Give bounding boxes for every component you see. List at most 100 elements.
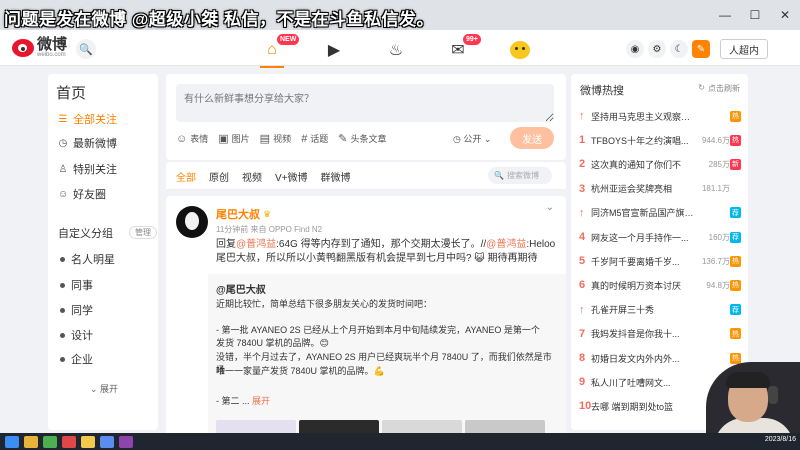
video-icon: ▤ — [259, 133, 271, 145]
article-button[interactable]: ✎ 头条文章 — [338, 132, 386, 145]
hot-item-text: 我妈发抖音是你我十... — [591, 329, 680, 340]
folder-icon[interactable] — [24, 435, 38, 448]
hot-item-text: 私人川了吐嘈网文... — [591, 377, 671, 388]
hot-search-item[interactable]: ↑ 同济M5官宣新品国产旗舰发布 荐 — [579, 203, 741, 223]
chrome-icon[interactable] — [81, 435, 95, 448]
avatar[interactable] — [176, 206, 208, 238]
sidebar-item-friends[interactable]: ☺ 好友圈 — [58, 183, 106, 205]
clock-icon: ◷ — [453, 134, 464, 144]
mail-count-badge: 99+ — [463, 34, 481, 45]
hot-item-text: 这次真的通知了你们不 — [591, 159, 682, 170]
hashtag-icon: # — [301, 132, 308, 145]
search-icon[interactable]: 🔍 — [76, 39, 96, 59]
edit-post-icon[interactable]: ✎ — [692, 40, 710, 58]
dark-mode-icon[interactable]: ☾ — [670, 40, 688, 58]
tab-vplus[interactable]: V+微博 — [275, 169, 308, 184]
maximize-icon[interactable]: ☐ — [740, 0, 770, 30]
post-author[interactable]: 尾巴大叔 ♛ — [216, 206, 271, 222]
expand-groups-button[interactable]: ⌄ 展开 — [90, 382, 118, 395]
tab-original[interactable]: 原创 — [209, 169, 229, 184]
bullet-icon — [60, 332, 65, 338]
nav-hot[interactable]: ♨ — [365, 36, 427, 64]
repost-block[interactable]: @尾巴大叔 近期比较忙，简单总结下很多朋友关心的发货时间吧： - 第一批 AYA… — [208, 274, 566, 450]
emoji-button[interactable]: ☺ 表情 — [176, 132, 208, 145]
emoji-icon: ☺ — [176, 132, 188, 145]
group-label: 同学 — [71, 305, 93, 317]
nav-home[interactable]: ⌂ NEW — [241, 34, 303, 68]
text-mid: :64G 得等内存到了通知，那个交期太漫长了。// — [276, 239, 487, 250]
app-icon[interactable] — [62, 435, 76, 448]
sidebar-item-latest[interactable]: ◷ 最新微博 — [58, 132, 117, 154]
close-icon[interactable]: ✕ — [770, 0, 800, 30]
tab-video[interactable]: 视频 — [242, 169, 262, 184]
repost-author[interactable]: @尾巴大叔 — [216, 281, 266, 296]
hot-search-item[interactable]: 3 杭州亚运会奖牌亮相 181.1万 — [579, 179, 741, 199]
person-icon: ♙ — [58, 163, 68, 175]
user-button[interactable]: 人超内 — [720, 39, 768, 59]
refresh-icon: ↻ — [698, 83, 705, 92]
hot-search-item[interactable]: 8 初婚日发文内外内外... 热 — [579, 348, 741, 368]
hot-item-count: 160万 — [708, 232, 730, 242]
post-input[interactable] — [176, 84, 554, 122]
hot-search-item[interactable]: 5 千岁阿千要离婚千岁... 136.7万热 — [579, 251, 741, 271]
group-label: 企业 — [71, 354, 93, 366]
image-button[interactable]: ▣ 图片 — [218, 132, 249, 145]
settings-icon[interactable]: ⚙ — [648, 40, 666, 58]
nav-profile[interactable] — [489, 36, 551, 64]
tab-all[interactable]: 全部 — [176, 169, 196, 184]
weibo-logo[interactable]: 微博 weibo.com — [12, 37, 67, 58]
repost-line: - 第二 ... 展开 — [216, 395, 556, 408]
hot-search-item[interactable]: 1 TFBOYS十年之约演唱... 944.6万热 — [579, 130, 741, 150]
headphone-icon — [768, 386, 778, 404]
pin-icon: ↑ — [579, 303, 585, 316]
expand-link[interactable]: 展开 — [252, 396, 270, 406]
hot-search-item[interactable]: 7 我妈发抖音是你我十... 热 — [579, 324, 741, 344]
windows-taskbar: 2023/8/16 — [0, 433, 800, 450]
mention-link[interactable]: @普鸿益 — [486, 239, 526, 250]
sidebar-item-all-follow[interactable]: ☰ 全部关注 — [58, 108, 117, 130]
hot-search-item[interactable]: 6 真的时候明万资本讨厌 94.8万热 — [579, 275, 741, 295]
sidebar-item-special[interactable]: ♙ 特别关注 — [58, 158, 117, 180]
hot-search-item[interactable]: 4 网友这一个月手持作一... 160万荐 — [579, 227, 741, 247]
app-icon[interactable] — [43, 435, 57, 448]
tool-label: 图片 — [231, 134, 250, 144]
hot-item-text: 初婚日发文内外内外... — [591, 353, 680, 364]
chat-bot-icon[interactable]: ◉ — [626, 40, 644, 58]
search-placeholder: 搜索微博 — [506, 171, 539, 180]
minimize-icon[interactable]: — — [710, 0, 740, 30]
topic-button[interactable]: # 话题 — [301, 132, 328, 145]
group-item[interactable]: 同事 — [60, 277, 93, 293]
hot-tag-badge: 荐 — [730, 304, 741, 316]
hot-item-text: 千岁阿千要离婚千岁... — [591, 256, 680, 267]
manage-groups-button[interactable]: 管理 — [129, 226, 157, 239]
repost-line: - 第一批 AYANEO 2S 已经从上个月开始到本月中旬陆续发完，AYANEO… — [216, 325, 540, 335]
weibo-top-nav: 微博 weibo.com 🔍 ⌂ NEW ▶ ♨ ✉ 99+ ◉ ⚙ ☾ ✎ 人… — [0, 30, 800, 68]
app-icon[interactable] — [100, 435, 114, 448]
group-item[interactable]: 名人明星 — [60, 251, 115, 267]
duck-avatar-icon — [510, 41, 530, 59]
sidebar-item-label: 全部关注 — [73, 114, 117, 126]
hot-search-item[interactable]: ↑ 孔雀开屏三十秀 荐 — [579, 300, 741, 320]
group-item[interactable]: 企业 — [60, 351, 93, 367]
hot-search-item[interactable]: 2 这次真的通知了你们不 285万新 — [579, 154, 741, 174]
send-button[interactable]: 发送 — [510, 127, 554, 149]
app-icon[interactable] — [119, 435, 133, 448]
hot-rank-number: 5 — [579, 255, 586, 268]
hot-tag-badge: 热 — [730, 279, 741, 291]
nav-messages[interactable]: ✉ 99+ — [427, 34, 489, 64]
tab-group[interactable]: 群微博 — [321, 169, 351, 184]
repost-line: 发货 7840U 掌机的品牌。😊 — [216, 338, 329, 348]
refresh-button[interactable]: ↻ 点击刷新 — [698, 83, 740, 94]
mention-link[interactable]: @普鸿益 — [236, 239, 276, 250]
hot-search-item[interactable]: ↑ 坚持用马克思主义观察时代解 热 — [579, 106, 741, 126]
feed-search-input[interactable]: 🔍 搜索微博 — [488, 167, 552, 184]
visibility-dropdown[interactable]: ◷ 公开 ⌄ — [453, 132, 491, 145]
start-icon[interactable] — [5, 435, 19, 448]
video-button[interactable]: ▤ 视频 — [260, 132, 291, 145]
author-name: 尾巴大叔 — [216, 209, 260, 221]
text-prefix: 回复 — [216, 239, 236, 250]
group-item[interactable]: 设计 — [60, 327, 93, 343]
nav-video[interactable]: ▶ — [303, 36, 365, 64]
chevron-down-icon[interactable]: ⌄ — [546, 202, 554, 213]
group-item[interactable]: 同学 — [60, 302, 93, 318]
